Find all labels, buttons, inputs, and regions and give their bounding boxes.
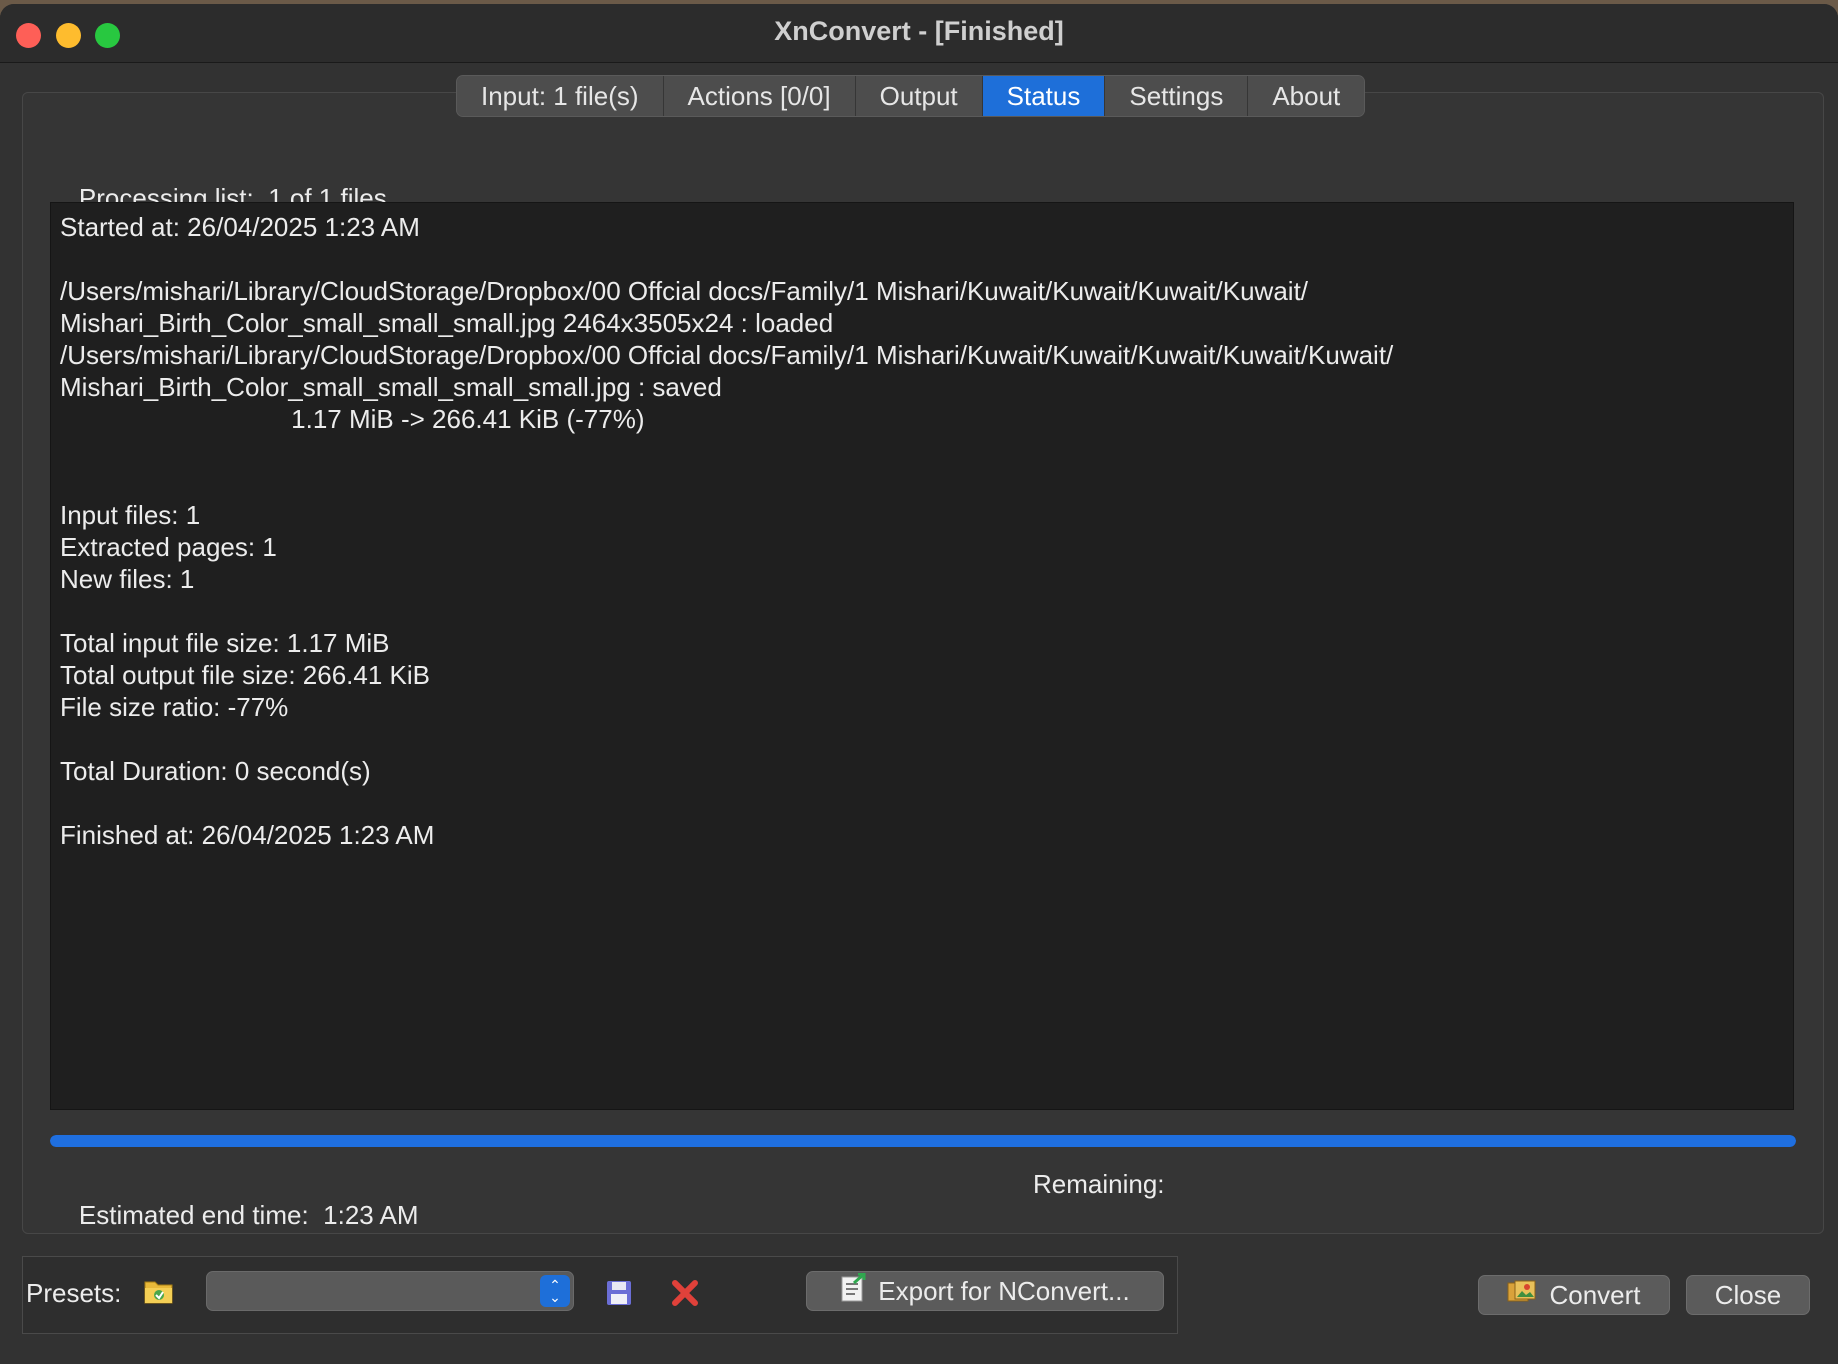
window-title: XnConvert - [Finished] [774, 16, 1064, 46]
tab-status[interactable]: Status [982, 76, 1106, 116]
title-bar: XnConvert - [Finished] [0, 4, 1838, 63]
export-icon [840, 1272, 866, 1310]
export-nconvert-button[interactable]: Export for NConvert... [806, 1271, 1164, 1311]
log-line: File size ratio: -77% [60, 692, 289, 722]
log-line: /Users/mishari/Library/CloudStorage/Drop… [60, 276, 1309, 306]
estimated-end-time: Estimated end time: 1:23 AM [78, 1200, 419, 1230]
status-log[interactable]: Started at: 26/04/2025 1:23 AM/Users/mis… [50, 202, 1794, 1110]
close-button[interactable]: Close [1686, 1275, 1810, 1315]
tab-about[interactable]: About [1248, 76, 1365, 116]
log-line: Mishari_Birth_Color_small_small_small_sm… [60, 372, 722, 402]
convert-button[interactable]: Convert [1478, 1275, 1670, 1315]
delete-icon[interactable] [668, 1276, 702, 1310]
log-line: Mishari_Birth_Color_small_small_small.jp… [60, 308, 834, 338]
progress-bar [50, 1135, 1796, 1147]
tab-actions[interactable]: Actions [0/0] [663, 76, 856, 116]
estimated-end-time-value: 1:23 AM [323, 1200, 419, 1230]
log-line: Total input file size: 1.17 MiB [60, 628, 390, 658]
log-line: 1.17 MiB -> 266.41 KiB (-77%) [60, 404, 645, 434]
log-line: Total Duration: 0 second(s) [60, 756, 371, 786]
log-line: Total output file size: 266.41 KiB [60, 660, 431, 690]
folder-open-icon[interactable] [142, 1276, 176, 1306]
log-line: /Users/mishari/Library/CloudStorage/Drop… [60, 340, 1394, 370]
log-line: Extracted pages: 1 [60, 532, 277, 562]
convert-icon [1507, 1279, 1537, 1312]
save-icon[interactable] [604, 1278, 634, 1308]
tab-settings[interactable]: Settings [1105, 76, 1249, 116]
tab-bar: Input: 1 file(s) Actions [0/0] Output St… [456, 75, 1366, 117]
log-line: New files: 1 [60, 564, 195, 594]
progress-fill [50, 1135, 1796, 1147]
xnconvert-window: XnConvert - [Finished] Input: 1 file(s) … [0, 4, 1838, 1364]
chevron-up-down-icon: ⌃ ⌄ [540, 1275, 570, 1307]
log-line: Started at: 26/04/2025 1:23 AM [60, 212, 420, 242]
presets-select[interactable]: ⌃ ⌄ [206, 1271, 574, 1311]
tab-output[interactable]: Output [855, 76, 983, 116]
log-line: Input files: 1 [60, 500, 201, 530]
log-line: Finished at: 26/04/2025 1:23 AM [60, 820, 435, 850]
tab-input[interactable]: Input: 1 file(s) [457, 76, 664, 116]
convert-label: Convert [1549, 1279, 1641, 1310]
export-nconvert-label: Export for NConvert... [878, 1275, 1130, 1306]
close-label: Close [1714, 1279, 1782, 1310]
presets-label: Presets: [26, 1278, 122, 1308]
remaining-label: Remaining: [1033, 1169, 1165, 1199]
